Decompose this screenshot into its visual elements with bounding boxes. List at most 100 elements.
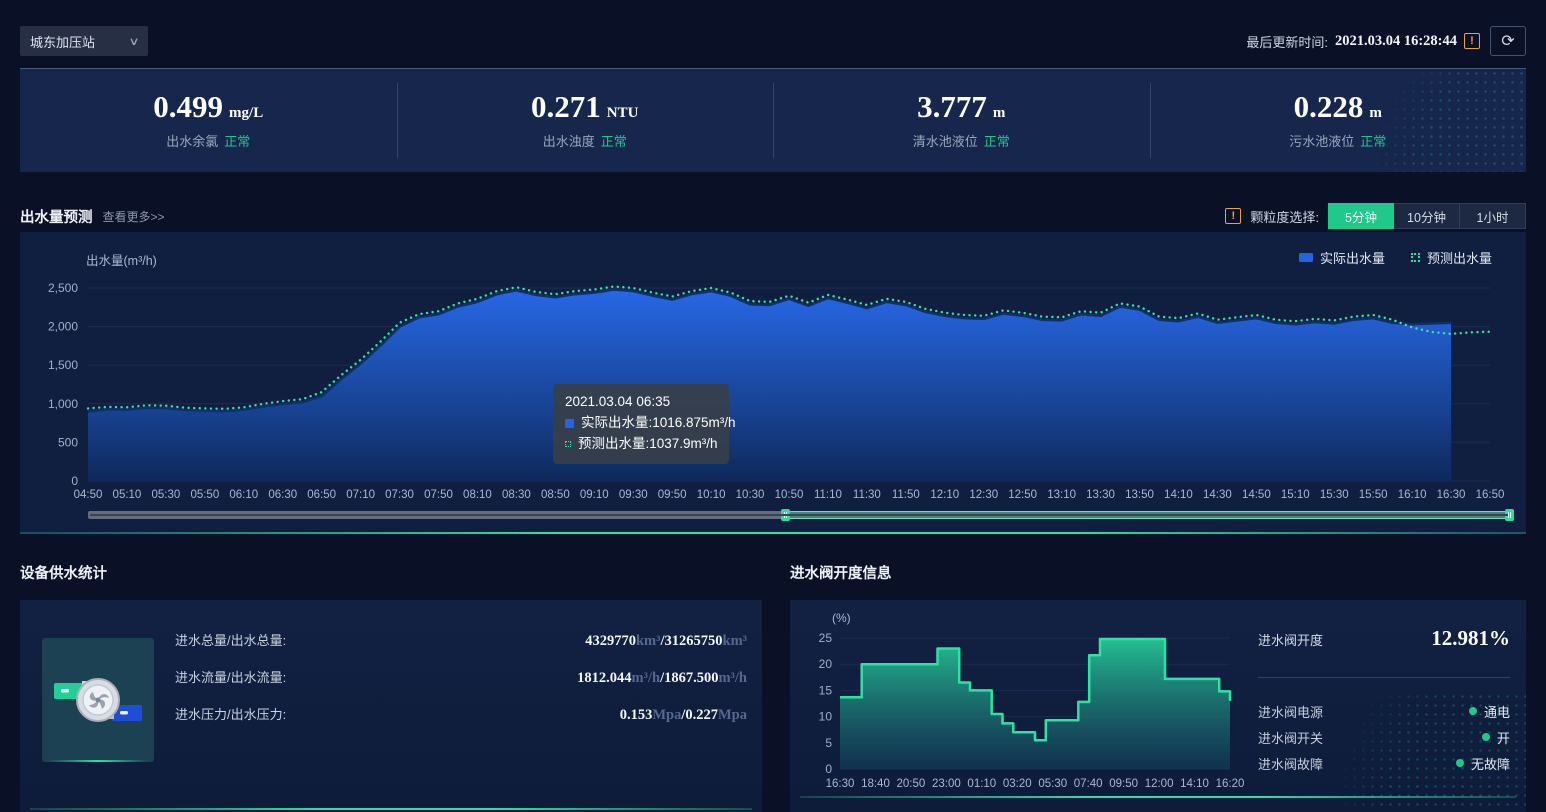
svg-text:05:10: 05:10 [113,489,142,501]
last-update-label: 最后更新时间: [1246,32,1328,51]
svg-text:1,500: 1,500 [48,358,78,372]
kpi-panel: 0.499mg/L 出水余氯正常 0.271NTU 出水浊度正常 3.777m … [20,68,1526,172]
device-stats-panel: 进水总量/出水总量: 4329770km³/31265750km³ 进水流量/出… [20,600,762,812]
svg-text:12:30: 12:30 [969,489,998,501]
y-axis-title: 出水量(m³/h) [86,250,157,269]
pump-card [42,638,154,762]
svg-text:08:50: 08:50 [541,489,570,501]
kpi-value: 0.271 [531,89,601,124]
svg-text:11:50: 11:50 [892,489,920,501]
kpi-label: 污水池液位 [1289,134,1354,149]
svg-text:2,500: 2,500 [48,281,78,295]
kpi-value: 0.499 [153,89,223,124]
kpi-label: 清水池液位 [913,134,978,149]
svg-text:06:10: 06:10 [229,489,258,501]
kpi-value: 0.228 [1294,89,1364,124]
station-select-value: 城东加压站 [30,32,95,51]
datazoom-selected-range[interactable] [785,511,1510,519]
svg-text:04:50: 04:50 [74,489,103,501]
status-dot [1482,733,1490,741]
svg-text:16:30: 16:30 [1437,489,1466,501]
granularity-1hour-button[interactable]: 1小时 [1460,203,1526,229]
tooltip-time: 2021.03.04 06:35 [565,392,717,413]
pump-icon [52,661,144,739]
valve-opening-value: 12.981% [1431,626,1510,651]
svg-text:10:10: 10:10 [697,489,726,501]
divider [1258,677,1510,678]
granularity-10min-button[interactable]: 10分钟 [1394,203,1460,229]
svg-text:09:30: 09:30 [619,489,648,501]
svg-text:20: 20 [819,657,833,671]
datazoom-right-handle[interactable] [1505,509,1514,521]
panel-bottom-glow [30,808,752,810]
svg-text:16:20: 16:20 [1216,778,1245,790]
svg-text:10:50: 10:50 [775,489,804,501]
svg-text:500: 500 [58,435,78,449]
svg-text:09:50: 09:50 [658,489,687,501]
device-stats-list: 进水总量/出水总量: 4329770km³/31265750km³ 进水流量/出… [175,630,747,741]
top-bar: 城东加压站 ∨ 最后更新时间: 2021.03.04 16:28:44 ! ⟳ [0,0,1546,68]
svg-text:12:50: 12:50 [1008,489,1037,501]
svg-text:08:10: 08:10 [463,489,492,501]
svg-text:07:10: 07:10 [346,489,375,501]
svg-text:06:50: 06:50 [307,489,336,501]
svg-text:15:30: 15:30 [1320,489,1349,501]
valve-opening-chart[interactable]: (%)051015202516:3018:4020:5023:0001:1003… [800,606,1245,798]
warning-icon[interactable]: ! [1225,208,1241,224]
kpi-label: 出水浊度 [543,134,595,149]
valve-switch-row: 进水阀开关 开 [1258,724,1510,750]
warning-icon[interactable]: ! [1464,33,1480,49]
chart-tooltip: 2021.03.04 06:35 实际出水量:1016.875m³/h 预测出水… [553,384,729,464]
stat-row-flow: 进水流量/出水流量: 1812.044m³/h/1867.500m³/h [175,667,747,704]
legend-predicted-swatch [1411,253,1420,262]
svg-text:07:30: 07:30 [385,489,414,501]
station-select[interactable]: 城东加压站 ∨ [20,26,148,56]
valve-info-title: 进水阀开度信息 [790,562,892,583]
granularity-5min-button[interactable]: 5分钟 [1328,203,1394,229]
see-more-link[interactable]: 查看更多>> [103,208,165,225]
kpi-status: 正常 [984,134,1010,149]
svg-text:5: 5 [825,736,832,750]
svg-text:25: 25 [819,631,833,645]
last-update-time: 2021.03.04 16:28:44 [1335,33,1457,50]
svg-text:15:10: 15:10 [1281,489,1310,501]
svg-text:05:50: 05:50 [190,489,219,501]
legend-actual-swatch [1299,253,1313,262]
tooltip-predicted-swatch [565,441,571,447]
kpi-value: 3.777 [917,89,987,124]
svg-text:16:10: 16:10 [1398,489,1427,501]
svg-text:03:20: 03:20 [1003,778,1032,790]
svg-text:11:30: 11:30 [853,489,881,501]
datazoom-track[interactable] [88,511,1510,519]
svg-text:1,000: 1,000 [48,397,78,411]
legend-actual[interactable]: 实际出水量 [1299,248,1385,267]
datazoom-slider[interactable] [88,509,1510,521]
kpi-unit: mg/L [229,105,263,121]
svg-text:01:10: 01:10 [967,778,996,790]
svg-text:23:00: 23:00 [932,778,961,790]
svg-text:13:50: 13:50 [1125,489,1154,501]
svg-text:11:10: 11:10 [814,489,842,501]
kpi-sewage-level: 0.228m 污水池液位正常 [1150,69,1527,172]
svg-text:13:30: 13:30 [1086,489,1115,501]
panel-bottom-glow [800,796,1516,798]
refresh-button[interactable]: ⟳ [1490,26,1526,56]
svg-text:14:10: 14:10 [1180,778,1209,790]
kpi-label: 出水余氯 [166,134,218,149]
svg-text:16:50: 16:50 [1476,489,1505,501]
kpi-status: 正常 [224,134,250,149]
svg-text:12:10: 12:10 [930,489,959,501]
datazoom-left-handle[interactable] [781,509,790,521]
svg-text:07:50: 07:50 [424,489,453,501]
svg-text:14:50: 14:50 [1242,489,1271,501]
svg-text:12:00: 12:00 [1145,778,1174,790]
valve-power-value: 通电 [1484,702,1510,721]
kpi-unit: NTU [607,105,639,121]
forecast-chart-panel: 出水量(m³/h) 实际出水量 预测出水量 05001,0001,5002,00… [20,232,1526,534]
forecast-chart[interactable]: 05001,0001,5002,0002,50004:5005:1005:300… [20,272,1526,507]
legend-predicted[interactable]: 预测出水量 [1411,248,1492,267]
chevron-down-icon: ∨ [128,35,139,48]
tooltip-predicted: 预测出水量:1037.9m³/h [578,434,718,455]
tooltip-actual: 实际出水量:1016.875m³/h [581,413,736,434]
valve-fault-value: 无故障 [1471,754,1510,773]
